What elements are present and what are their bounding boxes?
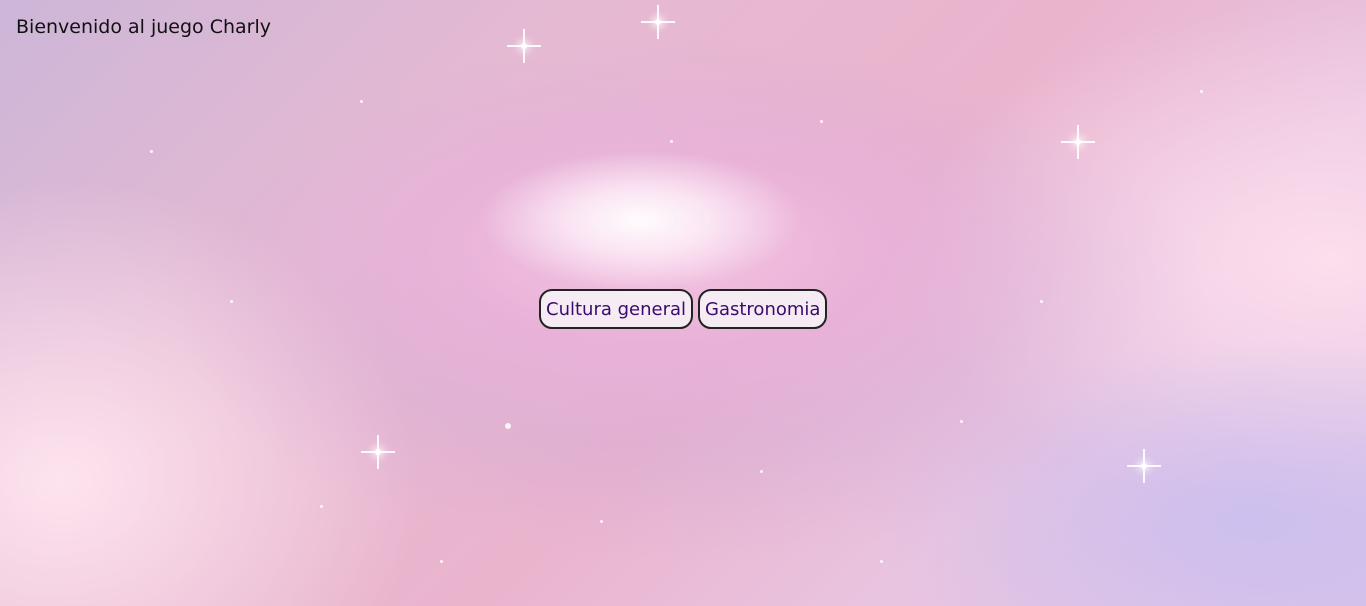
category-menu: Cultura general Gastronomia (539, 289, 828, 329)
star-dot (1200, 90, 1203, 93)
star-dot (1040, 300, 1043, 303)
star-dot (600, 520, 603, 523)
star-dot (880, 560, 883, 563)
star-dot (820, 120, 823, 123)
star-dot (320, 505, 323, 508)
star-dot (360, 100, 363, 103)
star-dot (760, 470, 763, 473)
gastronomia-button[interactable]: Gastronomia (698, 289, 828, 329)
star-dot (960, 420, 963, 423)
welcome-title: Bienvenido al juego Charly (16, 16, 272, 38)
star-dot (670, 140, 673, 143)
star-dot (505, 423, 511, 429)
star-dot (230, 300, 233, 303)
star-dot (150, 150, 153, 153)
star-dot (440, 560, 443, 563)
cultura-general-button[interactable]: Cultura general (539, 289, 694, 329)
